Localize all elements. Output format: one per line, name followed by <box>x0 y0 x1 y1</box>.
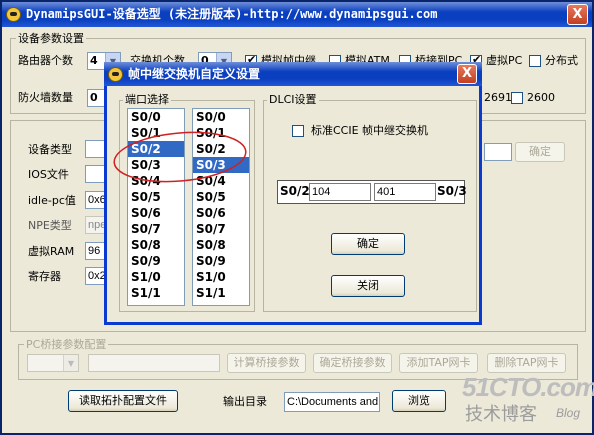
dialog-titlebar: 帧中继交换机自定义设置 <box>104 62 482 86</box>
watermark-blog: Blog <box>556 406 581 420</box>
model-2600-label: 2600 <box>527 91 555 104</box>
port-list-item[interactable]: S0/8 <box>128 237 184 253</box>
model-2691-label: 2691 <box>484 91 512 104</box>
pc-bridge-group-title: PC桥接参数配置 <box>24 338 109 351</box>
watermark-subtitle: 技术博客 <box>465 404 537 424</box>
port-group-title: 端口选择 <box>123 93 171 106</box>
calc-bridge-button[interactable]: 计算桥接参数 <box>227 353 306 373</box>
firewall-count-label: 防火墙数量 <box>18 91 73 104</box>
model-2600-checkbox[interactable] <box>511 92 523 104</box>
ok-button[interactable]: 确定 <box>331 233 405 255</box>
dialog-close-button[interactable]: X <box>457 64 477 84</box>
main-close-button[interactable]: X <box>567 4 588 25</box>
port-list-item[interactable]: S0/5 <box>128 189 184 205</box>
dlci-group-title: DLCI设置 <box>267 93 319 106</box>
port-list-item[interactable]: S1/1 <box>193 285 249 301</box>
dialog-app-icon <box>108 67 123 82</box>
port-list-item[interactable]: S0/7 <box>128 221 184 237</box>
port-list-item[interactable]: S0/5 <box>193 189 249 205</box>
port-list-item[interactable]: S1/0 <box>193 269 249 285</box>
dlci-right-input[interactable]: 401 <box>374 183 436 201</box>
delete-tap-button[interactable]: 删除TAP网卡 <box>487 353 566 373</box>
ram-label: 虚拟RAM <box>28 245 75 258</box>
app-icon <box>6 7 21 22</box>
port-list-item[interactable]: S1/1 <box>128 285 184 301</box>
port-list-item[interactable]: S0/6 <box>128 205 184 221</box>
virtual-pc-label: 虚拟PC <box>486 54 523 67</box>
browse-button[interactable]: 浏览 <box>392 390 446 412</box>
port-list-item[interactable]: S0/0 <box>193 109 249 125</box>
pc-bridge-select[interactable]: ▼ <box>27 354 79 372</box>
close-button[interactable]: 关闭 <box>331 275 405 297</box>
annotation-ellipse <box>113 131 247 183</box>
idlepc-label: idle-pc值 <box>28 194 76 207</box>
chevron-down-icon: ▼ <box>63 355 78 371</box>
dlci-left-input[interactable]: 104 <box>309 183 371 201</box>
device-type-label: 设备类型 <box>28 143 72 156</box>
device-params-group-title: 设备参数设置 <box>16 32 86 45</box>
dlci-right-port: S0/3 <box>437 184 467 198</box>
output-dir-input[interactable]: C:\Documents and <box>284 392 380 412</box>
read-topology-button[interactable]: 读取拓扑配置文件 <box>68 390 178 412</box>
port-list-item[interactable]: S1/0 <box>128 269 184 285</box>
ccie-checkbox[interactable] <box>292 125 304 137</box>
port-list-item[interactable]: S0/8 <box>193 237 249 253</box>
add-tap-button[interactable]: 添加TAP网卡 <box>399 353 478 373</box>
port-list-item[interactable]: S0/7 <box>193 221 249 237</box>
frame-relay-dialog: 帧中继交换机自定义设置 X 端口选择 S0/0 S0/1 S0/2 S0/3 S0/4 S… <box>104 62 482 325</box>
pc-bridge-input[interactable] <box>88 354 220 372</box>
port-list-item[interactable]: S0/6 <box>193 205 249 221</box>
npe-label: NPE类型 <box>28 219 72 232</box>
main-titlebar: DynamipsGUI-设备选型 (未注册版本)-http://www.dyna… <box>2 2 592 27</box>
confirm-bridge-button[interactable]: 确定桥接参数 <box>313 353 392 373</box>
ccie-checkbox-label: 标准CCIE 帧中继交换机 <box>311 124 429 137</box>
distributed-label: 分布式 <box>545 54 578 67</box>
watermark-brand: 51CTO.com <box>462 372 594 402</box>
dialog-title: 帧中继交换机自定义设置 <box>128 67 261 81</box>
ios-file-label: IOS文件 <box>28 168 69 181</box>
register-label: 寄存器 <box>28 270 61 283</box>
output-dir-label: 输出目录 <box>223 395 267 408</box>
port-list-item[interactable]: S0/9 <box>193 253 249 269</box>
router-count-label: 路由器个数 <box>18 54 73 67</box>
confirm-button[interactable]: 确定 <box>515 142 565 162</box>
port-list-item[interactable]: S0/9 <box>128 253 184 269</box>
device-value-input[interactable] <box>484 143 512 161</box>
firewall-count-value: 0 <box>90 91 98 104</box>
dlci-left-port: S0/2 <box>280 184 310 198</box>
distributed-checkbox[interactable] <box>529 55 541 67</box>
window-title: DynamipsGUI-设备选型 (未注册版本)-http://www.dyna… <box>26 7 438 21</box>
router-count-value: 4 <box>90 54 98 67</box>
dlci-row: S0/2 104 401 S0/3 <box>277 180 467 204</box>
port-list-item[interactable]: S0/0 <box>128 109 184 125</box>
